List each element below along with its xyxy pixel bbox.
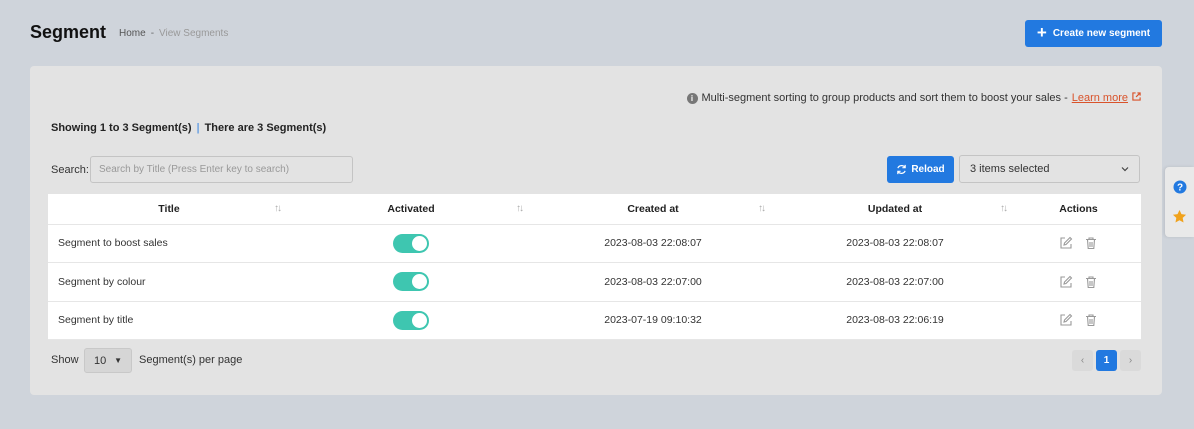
row-updated: 2023-08-03 22:06:19: [774, 301, 1016, 340]
reload-label: Reload: [911, 164, 945, 175]
info-line: i Multi-segment sorting to group product…: [686, 92, 1142, 104]
plus-icon: +: [1036, 23, 1047, 42]
segments-card: i Multi-segment sorting to group product…: [30, 66, 1162, 395]
page-header: Segment Home - View Segments + Create new …: [30, 20, 1162, 48]
table-row: Segment to boost sales 2023-08-03 22:08:…: [48, 224, 1141, 263]
row-title: Segment to boost sales: [48, 224, 290, 263]
svg-text:?: ?: [1176, 183, 1182, 194]
row-activated: [290, 262, 532, 302]
refresh-icon: [897, 164, 907, 175]
row-actions: [1016, 262, 1141, 302]
sort-icon[interactable]: ↑↓: [758, 203, 766, 214]
column-header-created[interactable]: Created at ↑↓: [532, 194, 774, 225]
side-widget: ?: [1165, 167, 1194, 237]
breadcrumb-separator: -: [150, 28, 155, 39]
row-actions: [1016, 224, 1141, 263]
column-header-activated[interactable]: Activated ↑↓: [290, 194, 532, 225]
results-summary: Showing 1 to 3 Segment(s) | There are 3 …: [51, 122, 326, 134]
row-created: 2023-08-03 22:07:00: [532, 262, 774, 302]
next-page-button[interactable]: ›: [1120, 350, 1141, 371]
search-input[interactable]: [90, 156, 353, 183]
chevron-down-icon: [1121, 164, 1129, 174]
columns-select-value: 3 items selected: [970, 163, 1050, 175]
row-title: Segment by title: [48, 301, 290, 340]
activated-toggle[interactable]: [393, 272, 429, 292]
activated-toggle[interactable]: [393, 233, 429, 253]
reload-button[interactable]: Reload: [887, 156, 954, 183]
per-page-label: Segment(s) per page: [139, 354, 243, 366]
column-header-actions: Actions: [1016, 194, 1141, 225]
sort-icon[interactable]: ↑↓: [1000, 203, 1008, 214]
external-link-icon[interactable]: [1132, 92, 1141, 104]
per-page-value: 10: [94, 354, 107, 367]
trash-icon[interactable]: [1084, 236, 1098, 250]
info-text: Multi-segment sorting to group products …: [701, 92, 1068, 104]
search-label: Search:: [51, 164, 89, 176]
show-label: Show: [51, 354, 79, 366]
page-1-button[interactable]: 1: [1096, 350, 1117, 371]
columns-select[interactable]: 3 items selected: [959, 155, 1140, 183]
column-header-title[interactable]: Title ↑↓: [48, 194, 290, 225]
row-created: 2023-07-19 09:10:32: [532, 301, 774, 340]
edit-icon[interactable]: [1059, 236, 1073, 250]
sort-icon[interactable]: ↑↓: [516, 203, 524, 214]
edit-icon[interactable]: [1059, 313, 1073, 327]
create-segment-button[interactable]: + Create new segment: [1025, 20, 1162, 47]
star-icon[interactable]: [1172, 209, 1187, 224]
row-updated: 2023-08-03 22:07:00: [774, 262, 1016, 302]
breadcrumb: Home - View Segments: [119, 28, 228, 39]
trash-icon[interactable]: [1084, 275, 1098, 289]
breadcrumb-home[interactable]: Home: [119, 28, 146, 39]
help-icon[interactable]: ?: [1173, 180, 1187, 194]
breadcrumb-current: View Segments: [159, 28, 229, 39]
edit-icon[interactable]: [1059, 275, 1073, 289]
per-page-select[interactable]: 10 ▼: [84, 348, 132, 373]
trash-icon[interactable]: [1084, 313, 1098, 327]
row-title: Segment by colour: [48, 262, 290, 302]
info-icon: i: [686, 92, 698, 104]
caret-down-icon: ▼: [114, 356, 122, 365]
learn-more-link[interactable]: Learn more: [1072, 92, 1128, 104]
sort-icon[interactable]: ↑↓: [274, 203, 282, 214]
prev-page-button[interactable]: ‹: [1072, 350, 1093, 371]
summary-separator: |: [196, 122, 200, 134]
row-created: 2023-08-03 22:08:07: [532, 224, 774, 263]
row-activated: [290, 301, 532, 340]
table-header-row: Title ↑↓ Activated ↑↓ Created at ↑↓ Updated…: [48, 194, 1141, 225]
pagination: ‹ 1 ›: [1072, 350, 1141, 371]
showing-text: Showing 1 to 3 Segment(s): [51, 122, 192, 134]
column-header-updated[interactable]: Updated at ↑↓: [774, 194, 1016, 225]
row-actions: [1016, 301, 1141, 340]
segments-table: Title ↑↓ Activated ↑↓ Created at ↑↓ Updated…: [48, 194, 1141, 340]
total-text: There are 3 Segment(s): [204, 122, 327, 134]
page-title: Segment: [30, 22, 107, 42]
activated-toggle[interactable]: [393, 310, 429, 330]
create-segment-label: Create new segment: [1052, 28, 1151, 39]
row-updated: 2023-08-03 22:08:07: [774, 224, 1016, 263]
row-activated: [290, 224, 532, 263]
table-row: Segment by colour 2023-08-03 22:07:00 20…: [48, 262, 1141, 302]
table-row: Segment by title 2023-07-19 09:10:32 202…: [48, 301, 1141, 340]
